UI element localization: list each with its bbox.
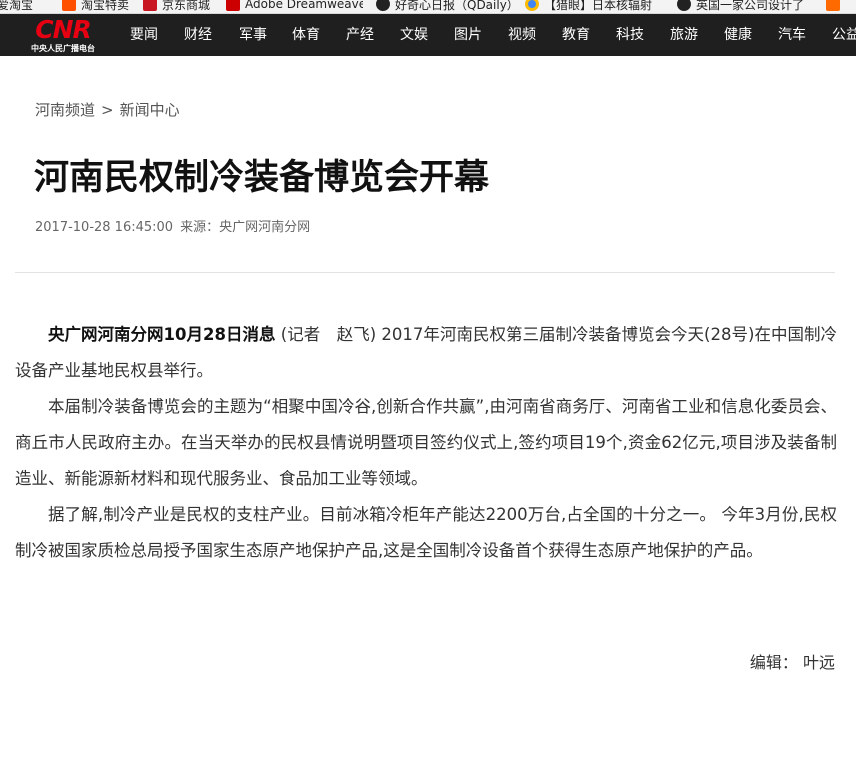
adobe-icon — [226, 0, 240, 11]
bookmark-item[interactable]: 【猎眼】日本核辐射 — [525, 0, 652, 13]
nav-item-chanjing[interactable]: 产经 — [346, 27, 374, 43]
divider — [15, 272, 835, 273]
bookmarks-bar: 爱淘宝 淘宝特卖 京东商城 Adobe Dreamweaver 好奇心日报（QD… — [0, 0, 856, 14]
bookmark-item[interactable]: 爱淘宝 — [0, 0, 33, 13]
nav-item-caijing[interactable]: 财经 — [184, 27, 212, 43]
logo-text: CNR — [35, 15, 92, 44]
article-paragraph: 本届制冷装备博览会的主题为“相聚中国冷谷,创新合作共赢”,由河南省商务厅、河南省… — [15, 397, 837, 488]
nav-item-lvyou[interactable]: 旅游 — [670, 27, 698, 43]
bookmark-label: 淘宝特卖 — [81, 0, 130, 12]
bookmark-icon — [826, 0, 840, 11]
nav-item-junshi[interactable]: 军事 — [239, 27, 267, 43]
bookmark-item[interactable]: 英国一家公司设计了 — [677, 0, 804, 13]
bookmark-label: 好奇心日报（QDaily） — [395, 0, 513, 12]
qdaily-icon — [376, 0, 390, 11]
nav-item-qiche[interactable]: 汽车 — [778, 27, 806, 43]
nav-item-tupian[interactable]: 图片 — [454, 27, 482, 43]
article-paragraph: 据了解,制冷产业是民权的支柱产业。目前冰箱冷柜年产能达2200万台,占全国的十分… — [15, 505, 837, 560]
nav-item-jiankang[interactable]: 健康 — [724, 27, 752, 43]
nav-item-wenyu[interactable]: 文娱 — [400, 27, 428, 43]
top-navigation: CNR 中央人民广播电台 要闻 财经 军事 体育 产经 文娱 图片 视频 教育 … — [0, 14, 856, 56]
bookmark-item[interactable]: 京东商城 — [143, 0, 210, 13]
cnr-logo[interactable]: CNR 中央人民广播电台 — [22, 17, 104, 55]
article-title: 河南民权制冷装备博览会开幕 — [34, 158, 490, 198]
nav-item-yaowen[interactable]: 要闻 — [130, 27, 158, 43]
nav-item-keji[interactable]: 科技 — [616, 27, 644, 43]
article-source: 来源：央广网河南分网 — [180, 220, 311, 235]
taobao-sale-icon — [62, 0, 76, 11]
bookmark-item[interactable] — [826, 0, 845, 13]
article-datetime: 2017-10-28 16:45:00 — [35, 220, 174, 235]
article-lead: 央广网河南分网10月28日消息 — [48, 325, 276, 344]
nav-item-shipin[interactable]: 视频 — [508, 27, 536, 43]
breadcrumb-channel-link[interactable]: 河南频道 — [35, 101, 95, 119]
bookmark-label: 英国一家公司设计了 — [696, 0, 805, 12]
bookmark-label: Adobe Dreamweaver — [245, 0, 363, 11]
article-editor: 编辑： 叶远 — [749, 653, 835, 672]
article-paragraph: 央广网河南分网10月28日消息 (记者 赵飞) 2017年河南民权第三届制冷装备… — [15, 317, 837, 389]
bookmark-item[interactable]: 好奇心日报（QDaily） — [376, 0, 513, 13]
breadcrumb-section-link[interactable]: 新闻中心 — [120, 101, 180, 119]
bookmark-label: 爱淘宝 — [0, 0, 34, 12]
breadcrumb: 河南频道 > 新闻中心 — [35, 99, 180, 120]
nav-item-jiaoyu[interactable]: 教育 — [562, 27, 590, 43]
article-meta: 2017-10-28 16:45:00 来源：央广网河南分网 — [35, 216, 310, 235]
breadcrumb-separator: > — [101, 101, 114, 119]
nav-item-tiyu[interactable]: 体育 — [292, 27, 320, 43]
qdaily-icon — [677, 0, 691, 11]
bookmark-item[interactable]: Adobe Dreamweaver — [226, 0, 363, 13]
article-body: 央广网河南分网10月28日消息 (记者 赵飞) 2017年河南民权第三届制冷装备… — [15, 317, 837, 569]
bookmark-label: 【猎眼】日本核辐射 — [544, 0, 653, 12]
nav-item-gongyi[interactable]: 公益 — [832, 27, 856, 43]
bookmark-label: 京东商城 — [162, 0, 211, 12]
jd-icon — [143, 0, 157, 11]
bookmark-item[interactable]: 淘宝特卖 — [62, 0, 129, 13]
chrome-icon — [525, 0, 539, 11]
logo-subtitle: 中央人民广播电台 — [31, 44, 95, 53]
